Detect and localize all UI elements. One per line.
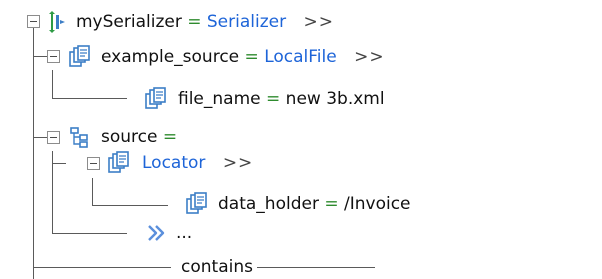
equals-sign: = [266,89,281,109]
expand-more-link[interactable]: >> [223,153,254,173]
equals-sign: = [187,12,202,32]
tree-line-example-vertical [52,70,53,98]
collapse-box-example-source[interactable] [47,50,60,63]
contains-label: contains [181,255,253,279]
tree-line-locator-vertical [92,178,93,205]
collapse-box-root[interactable] [27,15,40,28]
tree-item-file-name[interactable]: file_name = new 3b.xml [178,87,385,111]
tree-line-example [33,56,47,57]
object-icon-example-source [68,45,92,69]
double-chevron-icon[interactable] [144,221,168,245]
node-type-value[interactable]: LocalFile [264,47,337,67]
tree-item-source[interactable]: source = [101,125,177,149]
collapse-box-source[interactable] [47,131,60,144]
tree-item-data-holder[interactable]: data_holder = /Invoice [218,192,411,216]
node-value[interactable]: /Invoice [344,194,411,214]
node-name: example_source [101,47,240,67]
tree-line-file-name [52,98,127,99]
serializer-icon [44,10,68,34]
node-name-link[interactable]: Locator [142,153,205,173]
node-name: data_holder [218,194,319,214]
equals-sign: = [244,47,259,67]
tree-line-contains-right [257,267,375,268]
tree-item-example-source[interactable]: example_source = LocalFile >> [101,45,385,69]
object-icon-file-name [144,87,168,111]
node-name: file_name [178,89,261,109]
expand-more-link[interactable]: >> [304,12,335,32]
tree-item-more[interactable]: ... [176,221,192,245]
more-ellipsis: ... [176,223,193,243]
object-icon-data-holder [185,192,209,216]
node-type-value[interactable]: Serializer [207,12,286,32]
collapse-box-locator[interactable] [87,157,100,170]
equals-sign: = [324,194,339,214]
tree-item-locator[interactable]: Locator >> [142,151,253,175]
tree-line-locator [52,163,66,164]
tree-line-root-vertical [33,22,34,279]
expand-more-link[interactable]: >> [354,47,385,67]
serializer-tree-panel: mySerializer = Serializer >> example_sou… [0,0,602,279]
tree-line-data-holder [92,205,168,206]
tree-line-source [33,137,47,138]
equals-sign: = [162,127,178,147]
contains-text: contains [181,257,253,277]
hierarchy-icon [68,125,92,149]
node-name: mySerializer [76,12,182,32]
node-value[interactable]: new 3b.xml [286,89,385,109]
node-name: source [101,127,158,147]
tree-line-more [52,233,127,234]
tree-line-contains-left [33,267,171,268]
tree-item-root[interactable]: mySerializer = Serializer >> [76,10,334,34]
object-icon-locator [107,151,131,175]
